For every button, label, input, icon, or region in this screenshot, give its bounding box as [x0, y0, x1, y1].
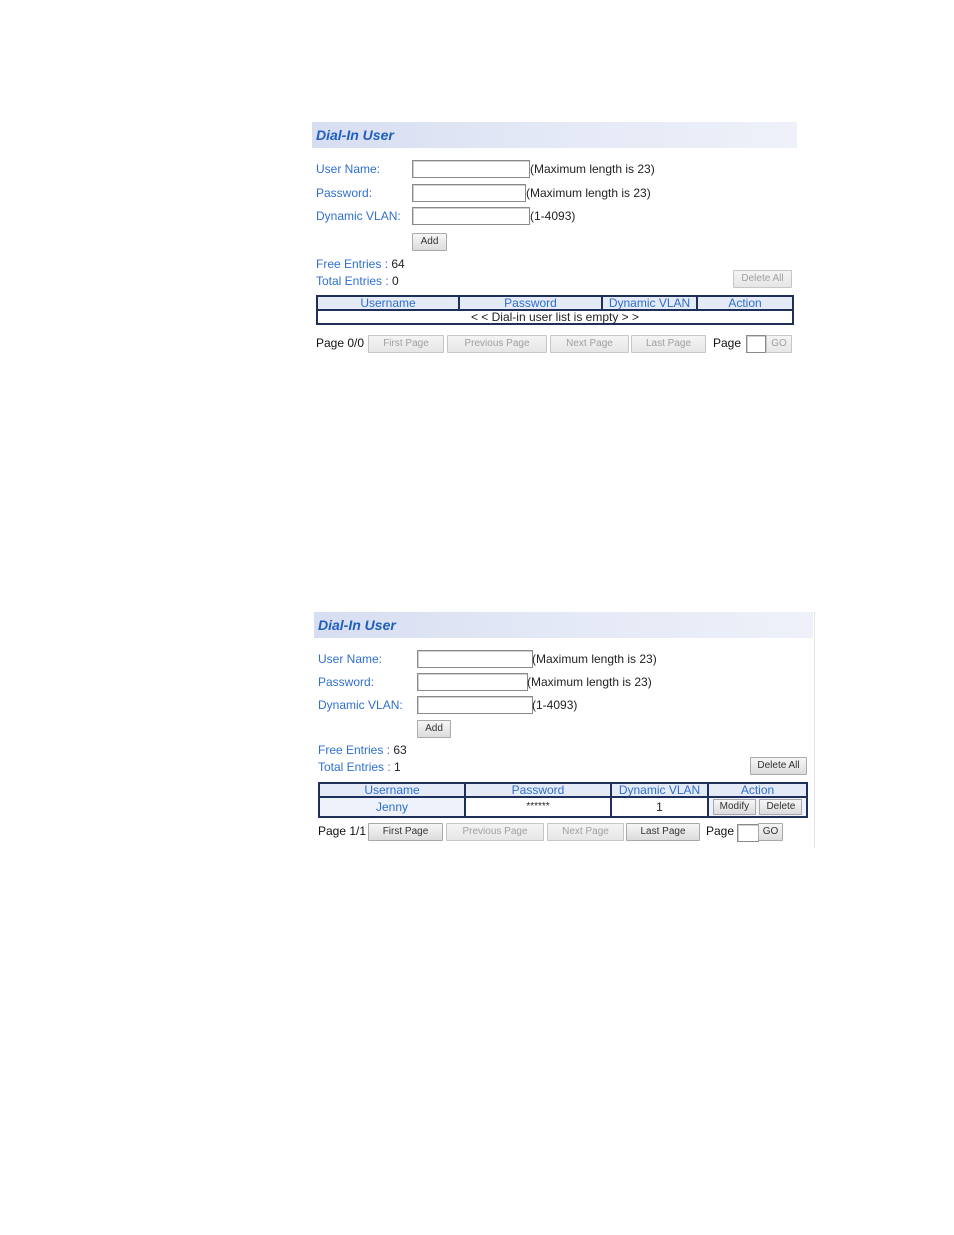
page-jump-label: Page — [706, 824, 735, 838]
free-entries-label: Free Entries : — [316, 257, 389, 271]
go-button[interactable]: GO — [758, 823, 783, 841]
table-header-row: Username Password Dynamic VLAN Action — [316, 295, 794, 311]
username-label: User Name: — [316, 162, 381, 176]
vlan-label: Dynamic VLAN: — [316, 209, 401, 223]
first-page-button[interactable]: First Page — [368, 823, 443, 841]
free-entries-value: 63 — [393, 743, 407, 757]
column-header-password: Password — [458, 295, 603, 311]
last-page-button[interactable]: Last Page — [626, 823, 700, 841]
modify-button[interactable]: Modify — [712, 799, 757, 815]
password-hint: (Maximum length is 23) — [527, 675, 652, 689]
vlan-row: Dynamic VLAN: (1-4093) — [316, 207, 796, 225]
page-jump-input[interactable] — [737, 824, 759, 842]
pagination-bar: Page 0/0 First Page Previous Page Next P… — [316, 334, 796, 353]
total-entries-label: Total Entries : — [316, 274, 389, 288]
page-status: Page 0/0 — [316, 336, 365, 350]
vlan-hint: (1-4093) — [532, 698, 578, 712]
page-status: Page 1/1 — [318, 824, 367, 838]
next-page-button[interactable]: Next Page — [547, 823, 624, 841]
first-page-button[interactable]: First Page — [368, 335, 444, 353]
password-label: Password: — [316, 186, 373, 200]
cell-action: Modify Delete — [707, 796, 808, 818]
total-entries-value: 1 — [394, 760, 401, 774]
dial-in-user-table: Username Password Dynamic VLAN Action Je… — [318, 782, 808, 818]
cell-dynamic-vlan: 1 — [610, 796, 709, 818]
table-empty-row: < < Dial-in user list is empty > > — [316, 309, 794, 325]
vlan-label: Dynamic VLAN: — [318, 698, 403, 712]
dial-in-user-panel-empty: Dial-In User User Name: (Maximum length … — [312, 122, 797, 362]
go-button[interactable]: GO — [766, 335, 792, 353]
password-row: Password: (Maximum length is 23) — [316, 184, 796, 202]
password-row: Password: (Maximum length is 23) — [318, 673, 808, 691]
empty-list-message: < < Dial-in user list is empty > > — [316, 309, 794, 325]
table-row: Jenny ****** 1 Modify Delete — [318, 796, 808, 818]
column-header-dynamic-vlan: Dynamic VLAN — [610, 782, 709, 798]
page-jump-input[interactable] — [746, 335, 766, 353]
dial-in-user-panel-with-entry: Dial-In User User Name: (Maximum length … — [314, 612, 815, 848]
column-header-username: Username — [318, 782, 466, 798]
username-row: User Name: (Maximum length is 23) — [318, 650, 808, 668]
dial-in-user-table: Username Password Dynamic VLAN Action < … — [316, 295, 794, 325]
column-header-dynamic-vlan: Dynamic VLAN — [601, 295, 698, 311]
username-input[interactable] — [417, 650, 533, 668]
add-button[interactable]: Add — [412, 233, 447, 251]
vlan-hint: (1-4093) — [530, 209, 576, 223]
page-jump-label: Page — [713, 336, 742, 350]
column-header-action: Action — [696, 295, 794, 311]
username-hint: (Maximum length is 23) — [532, 652, 657, 666]
column-header-username: Username — [316, 295, 460, 311]
password-input[interactable] — [417, 673, 528, 691]
free-entries: Free Entries : 63 — [318, 743, 407, 757]
username-input[interactable] — [412, 160, 530, 178]
total-entries: Total Entries : 1 — [318, 760, 401, 774]
vlan-input[interactable] — [417, 696, 533, 714]
previous-page-button[interactable]: Previous Page — [447, 335, 547, 353]
previous-page-button[interactable]: Previous Page — [446, 823, 544, 841]
delete-button[interactable]: Delete — [759, 799, 803, 815]
cell-password: ****** — [464, 796, 612, 818]
total-entries-label: Total Entries : — [318, 760, 391, 774]
next-page-button[interactable]: Next Page — [550, 335, 629, 353]
free-entries-label: Free Entries : — [318, 743, 391, 757]
vlan-input[interactable] — [412, 207, 530, 225]
total-entries-value: 0 — [392, 274, 399, 288]
panel-title: Dial-In User — [314, 612, 813, 638]
cell-username: Jenny — [318, 796, 466, 818]
username-row: User Name: (Maximum length is 23) — [316, 160, 796, 178]
column-header-password: Password — [464, 782, 612, 798]
username-label: User Name: — [318, 652, 383, 666]
table-header-row: Username Password Dynamic VLAN Action — [318, 782, 808, 798]
username-hint: (Maximum length is 23) — [530, 162, 655, 176]
column-header-action: Action — [707, 782, 808, 798]
pagination-bar: Page 1/1 First Page Previous Page Next P… — [318, 822, 808, 842]
password-label: Password: — [318, 675, 375, 689]
total-entries: Total Entries : 0 — [316, 274, 399, 288]
last-page-button[interactable]: Last Page — [631, 335, 706, 353]
delete-all-button[interactable]: Delete All — [750, 757, 807, 775]
add-button[interactable]: Add — [417, 720, 451, 738]
password-input[interactable] — [412, 184, 526, 202]
free-entries-value: 64 — [391, 257, 405, 271]
panel-title: Dial-In User — [312, 122, 797, 148]
vlan-row: Dynamic VLAN: (1-4093) — [318, 696, 808, 714]
free-entries: Free Entries : 64 — [316, 257, 405, 271]
delete-all-button[interactable]: Delete All — [733, 270, 792, 288]
password-hint: (Maximum length is 23) — [526, 186, 651, 200]
